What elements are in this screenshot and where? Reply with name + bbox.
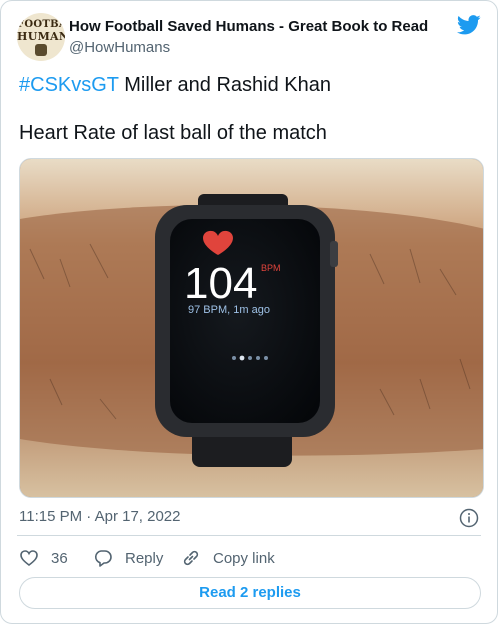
bpm-value: 104 [184, 259, 257, 308]
author-handle[interactable]: @HowHumans [69, 39, 170, 56]
divider [17, 535, 481, 536]
copy-link-button[interactable]: Copy link [181, 547, 275, 569]
tweet-line-1-rest: Miller and Rashid Khan [118, 74, 332, 96]
like-count: 36 [51, 549, 68, 567]
avatar-text-bottom: HUMANS [17, 30, 65, 43]
tweet-text: #CSKvsGT Miller and Rashid Khan Heart Ra… [19, 73, 481, 145]
heart-icon [20, 550, 38, 567]
twitter-bird-icon[interactable] [457, 15, 481, 35]
tweet-line-1: #CSKvsGT Miller and Rashid Khan [19, 73, 481, 97]
reply-label: Reply [125, 549, 164, 567]
read-replies-button[interactable]: Read 2 replies [19, 577, 481, 609]
reply-button[interactable]: Reply [93, 547, 163, 569]
bpm-unit: BPM [261, 263, 281, 273]
watch-photo-illustration: 104 BPM 97 BPM, 1m ago [20, 159, 483, 497]
author-name[interactable]: How Football Saved Humans - Great Book t… [69, 18, 428, 35]
watch-crown [330, 241, 338, 267]
avatar-figure [35, 44, 47, 56]
avatar[interactable]: FOOTBALL HUMANS [17, 13, 65, 61]
info-icon[interactable] [459, 508, 479, 528]
like-button[interactable]: 36 [19, 547, 68, 569]
tweet-timestamp[interactable]: 11:15 PM · Apr 17, 2022 [19, 508, 181, 525]
tweet-card: FOOTBALL HUMANS How Football Saved Human… [0, 0, 498, 624]
avatar-text-top: FOOTBALL [17, 19, 65, 30]
watch-screen [170, 219, 320, 423]
link-icon [183, 550, 199, 566]
action-bar: 36 Reply Copy link [19, 547, 481, 569]
bpm-subtext: 97 BPM, 1m ago [188, 304, 270, 316]
tweet-header: FOOTBALL HUMANS How Football Saved Human… [17, 13, 481, 61]
hashtag-link[interactable]: #CSKvsGT [19, 74, 119, 96]
tweet-photo[interactable]: 104 BPM 97 BPM, 1m ago [19, 158, 484, 498]
reply-icon [94, 550, 112, 567]
copy-link-label: Copy link [213, 549, 275, 567]
tweet-line-2: Heart Rate of last ball of the match [19, 122, 327, 144]
